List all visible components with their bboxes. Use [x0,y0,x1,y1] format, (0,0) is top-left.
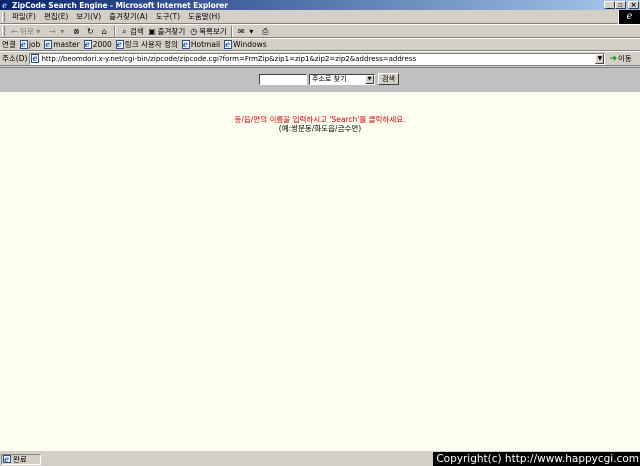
go-arrow-icon: ➜ [609,53,617,64]
address-label: 주소(D) [2,54,28,63]
chevron-down-icon: ▾ [249,26,254,36]
favorites-icon: ▣ [148,26,156,36]
link-item[interactable]: job [19,39,43,49]
forward-arrow-icon: → [48,26,56,36]
link-label: 링크 사용자 정의 [124,40,178,49]
link-label: master [53,40,80,49]
link-label: Windows [233,40,267,49]
stop-icon: ⊗ [72,26,80,36]
search-label: 검색 [129,26,144,36]
link-item[interactable]: 링크 사용자 정의 [115,39,181,50]
refresh-icon: ↻ [86,26,94,36]
back-label: 뒤로 [20,26,34,36]
mail-button[interactable]: ✉ ▾ [235,27,259,36]
window-title: ZipCode Search Engine - Microsoft Intern… [12,0,228,10]
search-strip: 주소로 찾기 ▼ 검색 [0,68,640,92]
menu-help[interactable]: 도움말(H) [184,11,224,22]
chevron-down-icon[interactable]: ▼ [365,74,374,84]
standard-toolbar: ← 뒤로 ▾ → ▾ ⊗ ↻ ⌂ ⌕ 검색 ▣ 즐겨찾기 ◷ 목록보기 ✉ ▾ … [0,24,640,38]
history-icon: ◷ [190,26,198,36]
page-icon [44,39,53,49]
toolbar-grip[interactable] [2,11,5,22]
search-icon: ⌕ [122,26,127,36]
search-form: 주소로 찾기 ▼ 검색 [259,73,399,85]
back-arrow-icon: ← [11,26,18,36]
forward-button[interactable]: → ▾ [46,27,70,36]
stop-button[interactable]: ⊗ [70,27,84,36]
page-icon [19,39,28,49]
windows-logo-icon: e [626,11,633,22]
minimize-button[interactable]: _ [604,1,615,9]
link-item[interactable]: 2000 [83,39,115,49]
page-icon [181,39,190,49]
search-type-value: 주소로 찾기 [312,74,347,83]
link-label: Hotmail [190,40,221,49]
search-type-select[interactable]: 주소로 찾기 ▼ [309,73,375,85]
menu-favorites[interactable]: 즐겨찾기(A) [105,11,152,22]
link-item[interactable]: Hotmail [181,39,223,49]
chevron-down-icon: ▾ [60,26,65,36]
back-button[interactable]: ← 뒤로 ▾ [8,26,46,37]
refresh-button[interactable]: ↻ [84,27,98,36]
history-label: 목록보기 [199,26,227,36]
page-icon [31,54,40,63]
copyright-banner: Copyright(c) http://www.happycgi.com [433,452,640,466]
go-label: 이동 [617,54,632,63]
favorites-label: 즐겨찾기 [157,26,186,36]
page-icon [115,39,124,49]
links-label: 연결 [2,40,16,49]
example-text: (예:쌍문동/화도읍/금수면) [278,124,362,133]
menu-bar: 파일(F) 편집(E) 보기(V) 즐겨찾기(A) 도구(T) 도움말(H) e [0,10,640,24]
menu-tools[interactable]: 도구(T) [152,11,184,22]
ie-logo-icon: e [2,0,8,10]
link-item[interactable]: Windows [223,39,269,49]
search-button[interactable]: ⌕ 검색 [118,26,146,37]
status-bar: 완료 Copyright(c) http://www.happycgi.com [0,452,640,466]
status-text: 완료 [13,454,27,464]
page-icon [83,39,92,49]
link-label: 2000 [92,40,112,49]
address-url[interactable]: http://beomdori.x-y.net/cgi-bin/zipcode/… [41,55,416,63]
search-submit-button[interactable]: 검색 [378,73,399,85]
maximize-button[interactable]: ▫ [615,1,626,9]
address-dropdown-button[interactable]: ▼ [595,53,605,64]
home-icon: ⌂ [101,26,107,36]
close-button[interactable]: × [628,1,639,9]
chevron-down-icon: ▾ [36,26,41,36]
history-button[interactable]: ◷ 목록보기 [187,26,229,37]
window-controls: _ ▫ × [604,1,639,9]
menu-edit[interactable]: 편집(E) [40,11,72,22]
search-input[interactable] [259,73,307,85]
print-icon: ⎙ [262,26,269,36]
throbber: e [618,10,640,24]
favorites-button[interactable]: ▣ 즐겨찾기 [146,26,188,37]
go-button[interactable]: ➜ 이동 [605,53,631,64]
mail-icon: ✉ [237,26,245,36]
print-button[interactable]: ⎙ [259,27,273,36]
toolbar-separator [113,25,116,37]
menu-view[interactable]: 보기(V) [72,11,105,22]
link-label: job [28,40,41,49]
page-content: 주소로 찾기 ▼ 검색 동/읍/면의 이름을 입력하시고 'Search'를 클… [0,67,640,451]
toolbar-grip[interactable] [2,26,5,36]
address-field[interactable]: http://beomdori.x-y.net/cgi-bin/zipcode/… [29,52,606,65]
toolbar-separator [230,25,233,37]
home-button[interactable]: ⌂ [98,27,112,36]
links-bar: 연결 job master 2000 링크 사용자 정의 Hotmail Win… [0,38,640,51]
status-pane: 완료 [1,453,41,465]
link-item[interactable]: master [43,39,82,49]
page-icon [224,39,233,49]
menu-file[interactable]: 파일(F) [8,11,40,22]
title-bar: e ZipCode Search Engine - Microsoft Inte… [0,0,640,10]
page-icon [3,454,11,464]
address-bar: 주소(D) http://beomdori.x-y.net/cgi-bin/zi… [0,51,640,66]
